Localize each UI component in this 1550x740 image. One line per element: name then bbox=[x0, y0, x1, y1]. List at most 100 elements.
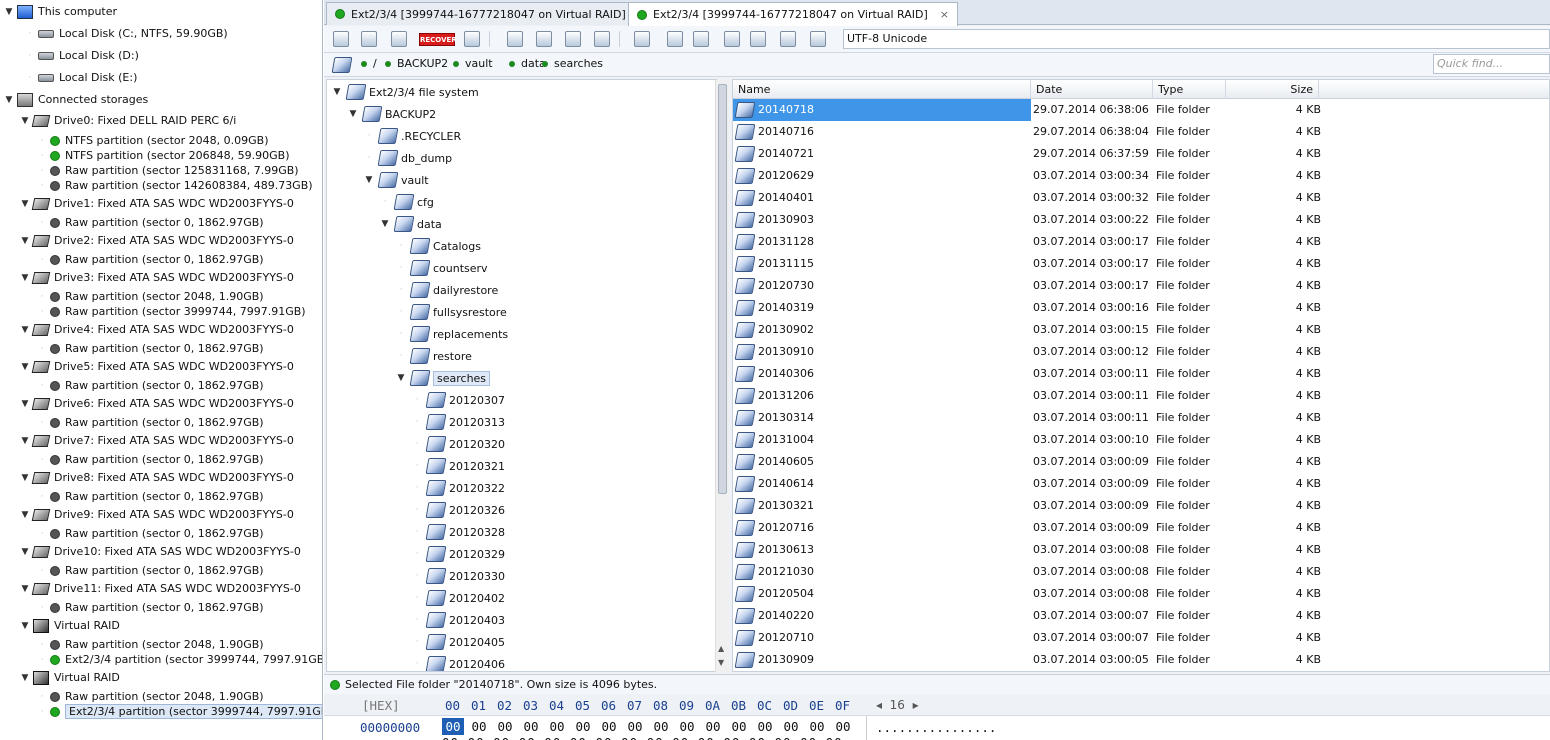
expand-arrow-icon[interactable]: · bbox=[36, 707, 48, 717]
tree-item[interactable]: · Raw partition (sector 0, 1862.97GB) bbox=[36, 488, 264, 505]
tree-item[interactable]: · Raw partition (sector 0, 1862.97GB) bbox=[36, 451, 264, 468]
expand-arrow-icon[interactable]: · bbox=[36, 566, 48, 576]
bug-icon[interactable] bbox=[724, 31, 740, 47]
checklist-icon[interactable] bbox=[361, 31, 377, 47]
window-icon[interactable] bbox=[594, 31, 610, 47]
file-row[interactable]: 20130909 03.07.2014 03:00:05 File folder 4 … bbox=[733, 649, 1549, 671]
file-row[interactable]: 20140716 29.07.2014 06:38:04 File folder 4 … bbox=[733, 121, 1549, 143]
hex-byte[interactable]: 00 bbox=[494, 718, 516, 735]
file-row[interactable]: 20121030 03.07.2014 03:00:08 File folder 4 … bbox=[733, 561, 1549, 583]
crumb-backup2[interactable]: BACKUP2 bbox=[385, 57, 448, 70]
file-row[interactable]: 20120629 03.07.2014 03:00:34 File folder 4 … bbox=[733, 165, 1549, 187]
hex-byte[interactable]: 00 bbox=[598, 718, 620, 735]
tree-item[interactable]: · Raw partition (sector 142608384, 489.73… bbox=[36, 177, 313, 194]
expand-arrow-icon[interactable]: · bbox=[411, 593, 423, 603]
list-icon[interactable] bbox=[750, 31, 766, 47]
tree-item[interactable]: · Raw partition (sector 0, 1862.97GB) bbox=[36, 340, 264, 357]
expand-arrow-icon[interactable]: · bbox=[36, 292, 48, 302]
tree-item[interactable]: · Raw partition (sector 0, 1862.97GB) bbox=[36, 214, 264, 231]
tree-item[interactable]: ▼ Drive6: Fixed ATA SAS WDC WD2003FYYS-0 bbox=[19, 395, 294, 412]
folder-tree-item[interactable]: · 20120329 bbox=[411, 544, 505, 564]
hex-byte[interactable]: 00 bbox=[806, 718, 828, 735]
tree-item[interactable]: ▼ Drive7: Fixed ATA SAS WDC WD2003FYYS-0 bbox=[19, 432, 294, 449]
folder-tree-item[interactable]: · 20120313 bbox=[411, 412, 505, 432]
expand-arrow-icon[interactable]: · bbox=[411, 395, 423, 405]
folder-tree-item[interactable]: · countserv bbox=[395, 258, 488, 278]
folder-tree-item[interactable]: · 20120330 bbox=[411, 566, 505, 586]
folder-tree-item[interactable]: · db_dump bbox=[363, 148, 452, 168]
tree-item[interactable]: ▼ Drive9: Fixed ATA SAS WDC WD2003FYYS-0 bbox=[19, 506, 294, 523]
folder-tree-item[interactable]: · 20120307 bbox=[411, 390, 505, 410]
pager-prev-icon[interactable]: ◂ bbox=[876, 698, 882, 712]
folder-tree-item[interactable]: · 20120320 bbox=[411, 434, 505, 454]
encoding-select[interactable]: UTF-8 Unicode bbox=[843, 29, 1550, 49]
tree-item[interactable]: · Raw partition (sector 0, 1862.97GB) bbox=[36, 562, 264, 579]
expand-arrow-icon[interactable]: · bbox=[36, 307, 48, 317]
folder-tree-item[interactable]: · 20120403 bbox=[411, 610, 505, 630]
expand-arrow-icon[interactable]: ▼ bbox=[19, 199, 31, 209]
expand-arrow-icon[interactable]: ▼ bbox=[363, 175, 375, 185]
column-header-type[interactable]: Type bbox=[1153, 80, 1226, 99]
expand-arrow-icon[interactable]: ▼ bbox=[19, 236, 31, 246]
tree-item[interactable]: · Ext2/3/4 partition (sector 3999744, 799… bbox=[36, 703, 322, 720]
pager-value[interactable]: 16 bbox=[890, 698, 905, 712]
refresh-icon[interactable] bbox=[693, 31, 709, 47]
copy-icon[interactable] bbox=[780, 31, 796, 47]
hex-byte[interactable]: 00 bbox=[442, 718, 464, 735]
expand-arrow-icon[interactable]: · bbox=[36, 529, 48, 539]
expand-arrow-icon[interactable]: · bbox=[36, 418, 48, 428]
hex-byte[interactable]: 00 bbox=[650, 718, 672, 735]
expand-arrow-icon[interactable]: · bbox=[411, 637, 423, 647]
crumb-vault[interactable]: vault bbox=[453, 57, 493, 70]
tree-item[interactable]: ▼ This computer bbox=[3, 3, 117, 20]
expand-arrow-icon[interactable]: · bbox=[36, 455, 48, 465]
save-icon[interactable] bbox=[333, 31, 349, 47]
file-row[interactable]: 20120710 03.07.2014 03:00:07 File folder 4 … bbox=[733, 627, 1549, 649]
tree-item[interactable]: ▼ Virtual RAID bbox=[19, 669, 120, 686]
expand-arrow-icon[interactable]: ▼ bbox=[3, 7, 15, 17]
tree-item[interactable]: ▼ Drive2: Fixed ATA SAS WDC WD2003FYYS-0 bbox=[19, 232, 294, 249]
expand-arrow-icon[interactable]: · bbox=[411, 417, 423, 427]
tree-item[interactable]: · Raw partition (sector 0, 1862.97GB) bbox=[36, 377, 264, 394]
hex-byte[interactable]: 00 bbox=[546, 718, 568, 735]
expand-arrow-icon[interactable]: · bbox=[24, 51, 36, 61]
file-row[interactable]: 20140306 03.07.2014 03:00:11 File folder 4 … bbox=[733, 363, 1549, 385]
folder-tree-item[interactable]: ▼ Ext2/3/4 file system bbox=[331, 82, 479, 102]
file-row[interactable]: 20130903 03.07.2014 03:00:22 File folder 4 … bbox=[733, 209, 1549, 231]
settings-gear-icon[interactable] bbox=[667, 31, 683, 47]
file-row[interactable]: 20130902 03.07.2014 03:00:15 File folder 4 … bbox=[733, 319, 1549, 341]
tree-item[interactable]: · Raw partition (sector 0, 1862.97GB) bbox=[36, 599, 264, 616]
file-row[interactable]: 20140401 03.07.2014 03:00:32 File folder 4 … bbox=[733, 187, 1549, 209]
expand-arrow-icon[interactable]: · bbox=[363, 153, 375, 163]
expand-arrow-icon[interactable]: ▼ bbox=[19, 116, 31, 126]
expand-arrow-icon[interactable]: ▼ bbox=[19, 399, 31, 409]
folder-tree-item[interactable]: · cfg bbox=[379, 192, 434, 212]
expand-arrow-icon[interactable]: ▼ bbox=[347, 109, 359, 119]
expand-arrow-icon[interactable]: · bbox=[395, 241, 407, 251]
file-row[interactable]: 20140319 03.07.2014 03:00:16 File folder 4 … bbox=[733, 297, 1549, 319]
hex-ascii[interactable]: ................ bbox=[876, 720, 996, 735]
file-row[interactable]: 20120730 03.07.2014 03:00:17 File folder 4 … bbox=[733, 275, 1549, 297]
file-row[interactable]: 20131128 03.07.2014 03:00:17 File folder 4 … bbox=[733, 231, 1549, 253]
tree-item[interactable]: · Raw partition (sector 3999744, 7997.91G… bbox=[36, 303, 306, 320]
expand-arrow-icon[interactable]: · bbox=[395, 329, 407, 339]
expand-arrow-icon[interactable]: ▼ bbox=[19, 584, 31, 594]
column-header-date[interactable]: Date bbox=[1031, 80, 1153, 99]
column-header-size[interactable]: Size bbox=[1226, 80, 1319, 99]
expand-arrow-icon[interactable]: · bbox=[36, 136, 48, 146]
expand-arrow-icon[interactable]: · bbox=[36, 492, 48, 502]
expand-arrow-icon[interactable]: · bbox=[395, 307, 407, 317]
tree-item[interactable]: ▼ Drive5: Fixed ATA SAS WDC WD2003FYYS-0 bbox=[19, 358, 294, 375]
folder-tree-item[interactable]: · fullsysrestore bbox=[395, 302, 507, 322]
tree-scrollbar[interactable]: ▲ ▼ bbox=[715, 80, 729, 672]
folder-tree-item[interactable]: · Catalogs bbox=[395, 236, 481, 256]
hex-mode-label[interactable]: [HEX] bbox=[362, 698, 400, 713]
tree-item[interactable]: ▼ Drive1: Fixed ATA SAS WDC WD2003FYYS-0 bbox=[19, 195, 294, 212]
expand-arrow-icon[interactable]: ▼ bbox=[19, 473, 31, 483]
tree-item[interactable]: ▼ Drive0: Fixed DELL RAID PERC 6/i bbox=[19, 112, 237, 129]
tree-item[interactable]: ▼ Connected storages bbox=[3, 91, 148, 108]
file-row[interactable]: 20140220 03.07.2014 03:00:07 File folder 4 … bbox=[733, 605, 1549, 627]
expand-arrow-icon[interactable]: ▼ bbox=[379, 219, 391, 229]
hex-byte[interactable]: 00 bbox=[676, 718, 698, 735]
file-row[interactable]: 20140605 03.07.2014 03:00:09 File folder 4 … bbox=[733, 451, 1549, 473]
